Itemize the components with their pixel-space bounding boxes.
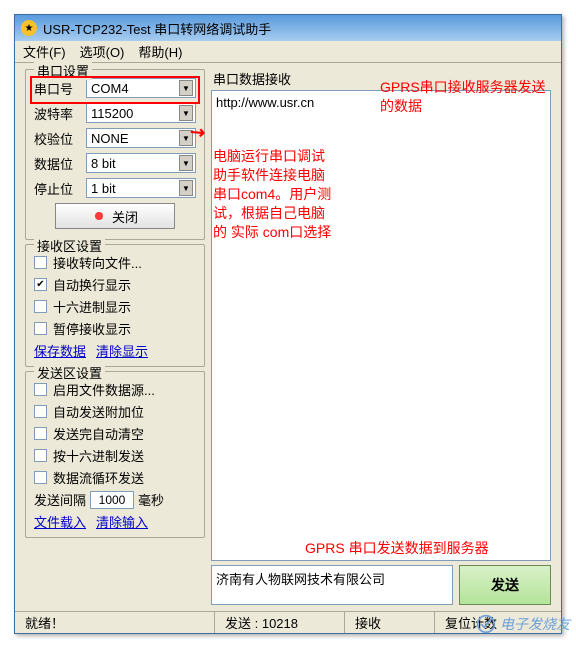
send-btn-label: 发送 xyxy=(491,575,519,595)
app-icon: ★ xyxy=(21,20,37,36)
baud-combo[interactable]: 115200 ▼ xyxy=(86,103,196,123)
chevron-down-icon[interactable]: ▼ xyxy=(179,180,193,196)
chevron-down-icon[interactable]: ▼ xyxy=(179,105,193,121)
tx-file-src: 启用文件数据源... xyxy=(53,380,155,399)
send-input-value: 济南有人物联网技术有限公司 xyxy=(216,572,385,587)
databits-label: 数据位 xyxy=(34,154,80,173)
checkbox-hex-send[interactable] xyxy=(34,449,47,462)
checkbox-auto-wrap[interactable]: ✔ xyxy=(34,278,47,291)
tx-auto-clear: 发送完自动清空 xyxy=(53,424,144,443)
send-row: 济南有人物联网技术有限公司 发送 xyxy=(211,565,551,605)
rx-group-title: 接收区设置 xyxy=(34,236,105,255)
rx-textarea[interactable]: http://www.usr.cn xyxy=(211,90,551,561)
status-ready: 就绪！ xyxy=(15,612,215,633)
window-title: USR-TCP232-Test 串口转网络调试助手 xyxy=(43,19,271,38)
rx-content: http://www.usr.cn xyxy=(216,95,314,110)
chevron-down-icon[interactable]: ▼ xyxy=(179,130,193,146)
tx-loop-send: 数据流循环发送 xyxy=(53,468,144,487)
serial-group-title: 串口设置 xyxy=(34,61,92,80)
checkbox-auto-clear[interactable] xyxy=(34,427,47,440)
serial-settings-group: 串口设置 串口号 COM4 ▼ 波特率 115200 ▼ 校验位 NONE xyxy=(25,69,205,240)
rx-hex: 十六进制显示 xyxy=(53,297,131,316)
rx-settings-group: 接收区设置 接收转向文件... ✔自动换行显示 十六进制显示 暂停接收显示 保存… xyxy=(25,244,205,367)
tx-group-title: 发送区设置 xyxy=(34,363,105,382)
rx-pause: 暂停接收显示 xyxy=(53,319,131,338)
interval-input[interactable] xyxy=(90,491,134,509)
send-input[interactable]: 济南有人物联网技术有限公司 xyxy=(211,565,453,605)
status-icon xyxy=(92,209,106,223)
left-column: 串口设置 串口号 COM4 ▼ 波特率 115200 ▼ 校验位 NONE xyxy=(15,63,211,611)
interval-unit: 毫秒 xyxy=(138,490,164,509)
status-recv: 接收 xyxy=(345,612,435,633)
body-area: 串口设置 串口号 COM4 ▼ 波特率 115200 ▼ 校验位 NONE xyxy=(15,63,561,611)
port-value: COM4 xyxy=(91,81,129,96)
stopbits-combo[interactable]: 1 bit ▼ xyxy=(86,178,196,198)
close-btn-label: 关闭 xyxy=(112,207,138,226)
status-send: 发送 : 10218 xyxy=(215,612,345,633)
checkbox-to-file[interactable] xyxy=(34,256,47,269)
databits-combo[interactable]: 8 bit ▼ xyxy=(86,153,196,173)
send-button[interactable]: 发送 xyxy=(459,565,551,605)
file-load-link[interactable]: 文件载入 xyxy=(34,512,86,531)
stopbits-label: 停止位 xyxy=(34,179,80,198)
baud-value: 115200 xyxy=(91,106,133,121)
databits-value: 8 bit xyxy=(91,156,116,171)
chevron-down-icon[interactable]: ▼ xyxy=(179,155,193,171)
stopbits-value: 1 bit xyxy=(91,181,116,196)
rx-area-label: 串口数据接收 xyxy=(213,69,551,88)
parity-combo[interactable]: NONE ▼ xyxy=(86,128,196,148)
interval-label: 发送间隔 xyxy=(34,490,86,509)
rx-auto-wrap: 自动换行显示 xyxy=(53,275,131,294)
status-reset[interactable]: 复位计数 xyxy=(435,612,561,633)
menubar: 文件(F) 选项(O) 帮助(H) xyxy=(15,41,561,63)
clear-display-link[interactable]: 清除显示 xyxy=(96,341,148,360)
checkbox-auto-extra[interactable] xyxy=(34,405,47,418)
app-window: ★ USR-TCP232-Test 串口转网络调试助手 文件(F) 选项(O) … xyxy=(14,14,562,634)
clear-input-link[interactable]: 清除输入 xyxy=(96,512,148,531)
parity-value: NONE xyxy=(91,131,129,146)
port-label: 串口号 xyxy=(34,79,80,98)
chevron-down-icon[interactable]: ▼ xyxy=(179,80,193,96)
parity-label: 校验位 xyxy=(34,129,80,148)
save-data-link[interactable]: 保存数据 xyxy=(34,341,86,360)
baud-label: 波特率 xyxy=(34,104,80,123)
rx-to-file: 接收转向文件... xyxy=(53,253,142,272)
right-column: 串口数据接收 http://www.usr.cn 济南有人物联网技术有限公司 发… xyxy=(211,63,561,611)
titlebar[interactable]: ★ USR-TCP232-Test 串口转网络调试助手 xyxy=(15,15,561,41)
menu-file[interactable]: 文件(F) xyxy=(23,42,66,61)
menu-help[interactable]: 帮助(H) xyxy=(138,42,182,61)
checkbox-loop-send[interactable] xyxy=(34,471,47,484)
checkbox-hex[interactable] xyxy=(34,300,47,313)
tx-auto-extra: 自动发送附加位 xyxy=(53,402,144,421)
tx-settings-group: 发送区设置 启用文件数据源... 自动发送附加位 发送完自动清空 按十六进制发送… xyxy=(25,371,205,538)
statusbar: 就绪！ 发送 : 10218 接收 复位计数 xyxy=(15,611,561,633)
close-port-button[interactable]: 关闭 xyxy=(55,203,175,229)
menu-options[interactable]: 选项(O) xyxy=(80,42,125,61)
port-combo[interactable]: COM4 ▼ xyxy=(86,78,196,98)
checkbox-pause[interactable] xyxy=(34,322,47,335)
tx-hex-send: 按十六进制发送 xyxy=(53,446,144,465)
checkbox-file-src[interactable] xyxy=(34,383,47,396)
